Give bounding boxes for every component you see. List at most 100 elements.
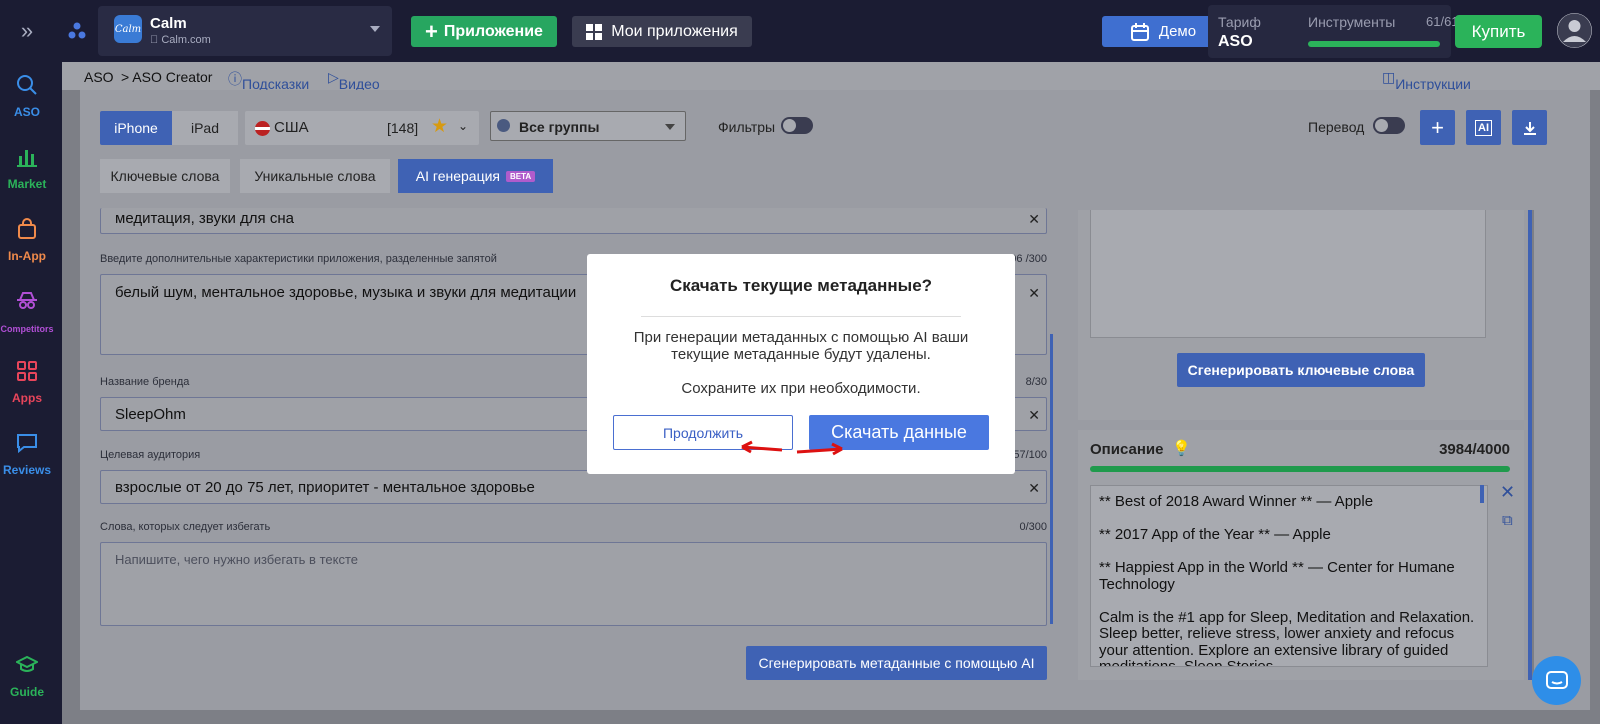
tools-count: 61/61 (1426, 14, 1459, 29)
logo-icon (68, 22, 86, 39)
field-audience[interactable]: взрослые от 20 до 75 лет, приоритет - ме… (100, 470, 1047, 504)
ai-icon[interactable]: AI (1466, 110, 1501, 145)
beta-badge: BETA (506, 170, 536, 182)
sidebar: ASO Market In-App Competitors Apps Revie… (0, 62, 62, 724)
instructions-link[interactable]: ◫ Инструкции ASOMobile (1382, 69, 1471, 108)
dialog-text-secondary: Сохраните их при необходимости. (681, 380, 921, 397)
field-label: Название бренда (100, 376, 190, 388)
group-dot-icon (497, 119, 510, 132)
video-link[interactable]: ▷ Видео (328, 69, 380, 92)
field-value: SleepOhm (115, 406, 186, 423)
textarea-scrollbar[interactable] (1480, 485, 1484, 503)
expand-menu-icon[interactable]: » (16, 18, 38, 43)
close-icon[interactable]: ✕ (1028, 480, 1040, 497)
tools-label: Инструменты (1308, 14, 1396, 30)
app-selector[interactable]: Calm Calm  Calm.com (98, 6, 392, 56)
keywords-textarea[interactable] (1090, 210, 1486, 338)
field-count: 0/300 (1019, 521, 1047, 533)
chat-support-icon[interactable] (1532, 656, 1581, 705)
iphone-tab[interactable]: iPhone (100, 111, 172, 145)
add-icon[interactable]: + (1420, 110, 1455, 145)
country-name: США (274, 119, 309, 136)
app-url:  Calm.com (150, 34, 211, 46)
sidebar-item-apps[interactable]: Apps (0, 360, 54, 405)
sidebar-item-reviews[interactable]: Reviews (0, 432, 54, 477)
field-avoid-words[interactable]: Напишите, чего нужно избегать в тексте (100, 542, 1047, 626)
groups-label: Все группы (519, 119, 600, 135)
translate-label: Перевод (1308, 119, 1365, 135)
field-label: Целевая аудитория (100, 449, 201, 461)
chevron-down-icon: ⌄ (458, 119, 469, 133)
chart-icon (17, 150, 37, 167)
star-icon[interactable]: ★ (431, 115, 448, 138)
field-value: белый шум, ментальное здоровье, музыка и… (115, 284, 577, 301)
scrollbar[interactable] (1050, 334, 1053, 624)
my-apps-button[interactable]: Мои приложения (572, 16, 752, 47)
groups-select[interactable]: Все группы (490, 111, 686, 141)
sidebar-label: ASO (13, 105, 40, 119)
dialog-text: При генерации метаданных с помощью AI ва… (633, 329, 969, 363)
grid-icon (586, 23, 603, 40)
sidebar-item-inapp[interactable]: In-App (0, 218, 54, 263)
breadcrumb-root[interactable]: ASO (84, 69, 114, 85)
copy-icon[interactable]: ⧉ (1502, 512, 1513, 529)
close-icon[interactable]: ✕ (1028, 285, 1040, 302)
close-icon[interactable]: ✕ (1028, 407, 1040, 424)
tab-unique-words[interactable]: Уникальные слова (240, 159, 390, 193)
chevron-down-icon (665, 124, 675, 130)
annotation-arrows (741, 440, 843, 456)
add-app-button[interactable]: + Приложение (411, 16, 557, 47)
description-title: Описание (1090, 441, 1164, 458)
close-icon[interactable]: ✕ (1500, 482, 1515, 503)
translate-toggle[interactable] (1373, 117, 1405, 134)
generate-metadata-button[interactable]: Сгенерировать метаданные с помощью AI (746, 646, 1047, 680)
tariff-label: Тариф (1218, 14, 1261, 30)
field-value: медитация, звуки для сна (115, 210, 294, 227)
ipad-tab[interactable]: iPad (172, 111, 238, 145)
tab-ai-generation[interactable]: AI генерация BETA (398, 159, 553, 193)
filters-label: Фильтры (718, 119, 776, 135)
dialog-title: Скачать текущие метаданные? (669, 276, 933, 295)
field-value: взрослые от 20 до 75 лет, приоритет - ме… (115, 479, 535, 496)
description-textarea[interactable]: ** Best of 2018 Award Winner ** — Apple … (1090, 485, 1488, 667)
sidebar-item-market[interactable]: Market (0, 146, 54, 191)
breadcrumb-current: > ASO Creator (121, 69, 213, 85)
grid-icon (17, 361, 37, 381)
divider (641, 316, 961, 317)
tab-ai-label: AI генерация (415, 168, 501, 184)
right-scrollbar[interactable] (1528, 210, 1534, 680)
download-icon[interactable] (1512, 110, 1547, 145)
search-icon (17, 75, 37, 95)
country-select[interactable]: США [148] ★ ⌄ (245, 111, 479, 145)
description-line: ** 2017 App of the Year ** — Apple (1099, 526, 1331, 543)
description-panel: Описание 💡 3984/4000 ** Best of 2018 Awa… (1078, 430, 1524, 680)
field-main-keywords[interactable]: медитация, звуки для сна ✕ (100, 208, 1047, 234)
sidebar-label: In-App (8, 249, 46, 263)
sidebar-label: Guide (9, 685, 44, 699)
tariff-panel: Тариф ASO Инструменты 61/61 (1208, 5, 1459, 58)
sidebar-item-competitors[interactable]: Competitors (0, 290, 54, 334)
top-bar: » Calm Calm  Calm.com +Приложение Мои п… (0, 0, 1600, 62)
tab-keywords[interactable]: Ключевые слова (100, 159, 230, 193)
sidebar-item-guide[interactable]: Guide (0, 654, 54, 699)
country-count: [148] (387, 120, 419, 136)
demo-button[interactable]: Демо (1102, 16, 1225, 47)
description-line: ** Best of 2018 Award Winner ** — Apple (1099, 493, 1374, 510)
lightbulb-icon[interactable]: 💡 (1172, 439, 1191, 457)
user-avatar-icon[interactable] (1557, 13, 1592, 48)
description-progress (1090, 466, 1510, 472)
sidebar-label: Apps (12, 391, 42, 405)
sidebar-item-aso[interactable]: ASO (0, 74, 54, 119)
cap-icon (14, 655, 40, 672)
filters-toggle[interactable] (781, 117, 813, 134)
keywords-panel: Сгенерировать ключевые слова (1078, 210, 1524, 420)
hints-link[interactable]: ⓘ Подсказки (228, 69, 309, 92)
chat-icon (17, 434, 37, 454)
sidebar-label: Competitors (0, 324, 54, 334)
generate-keywords-button[interactable]: Сгенерировать ключевые слова (1177, 353, 1425, 387)
bag-icon (18, 218, 36, 239)
close-icon[interactable]: ✕ (1028, 211, 1040, 228)
description-line: Calm is the #1 app for Sleep, Meditation… (1099, 608, 1475, 667)
buy-button[interactable]: Купить (1455, 15, 1542, 48)
description-line: ** Happiest App in the World ** — Center… (1099, 559, 1455, 593)
